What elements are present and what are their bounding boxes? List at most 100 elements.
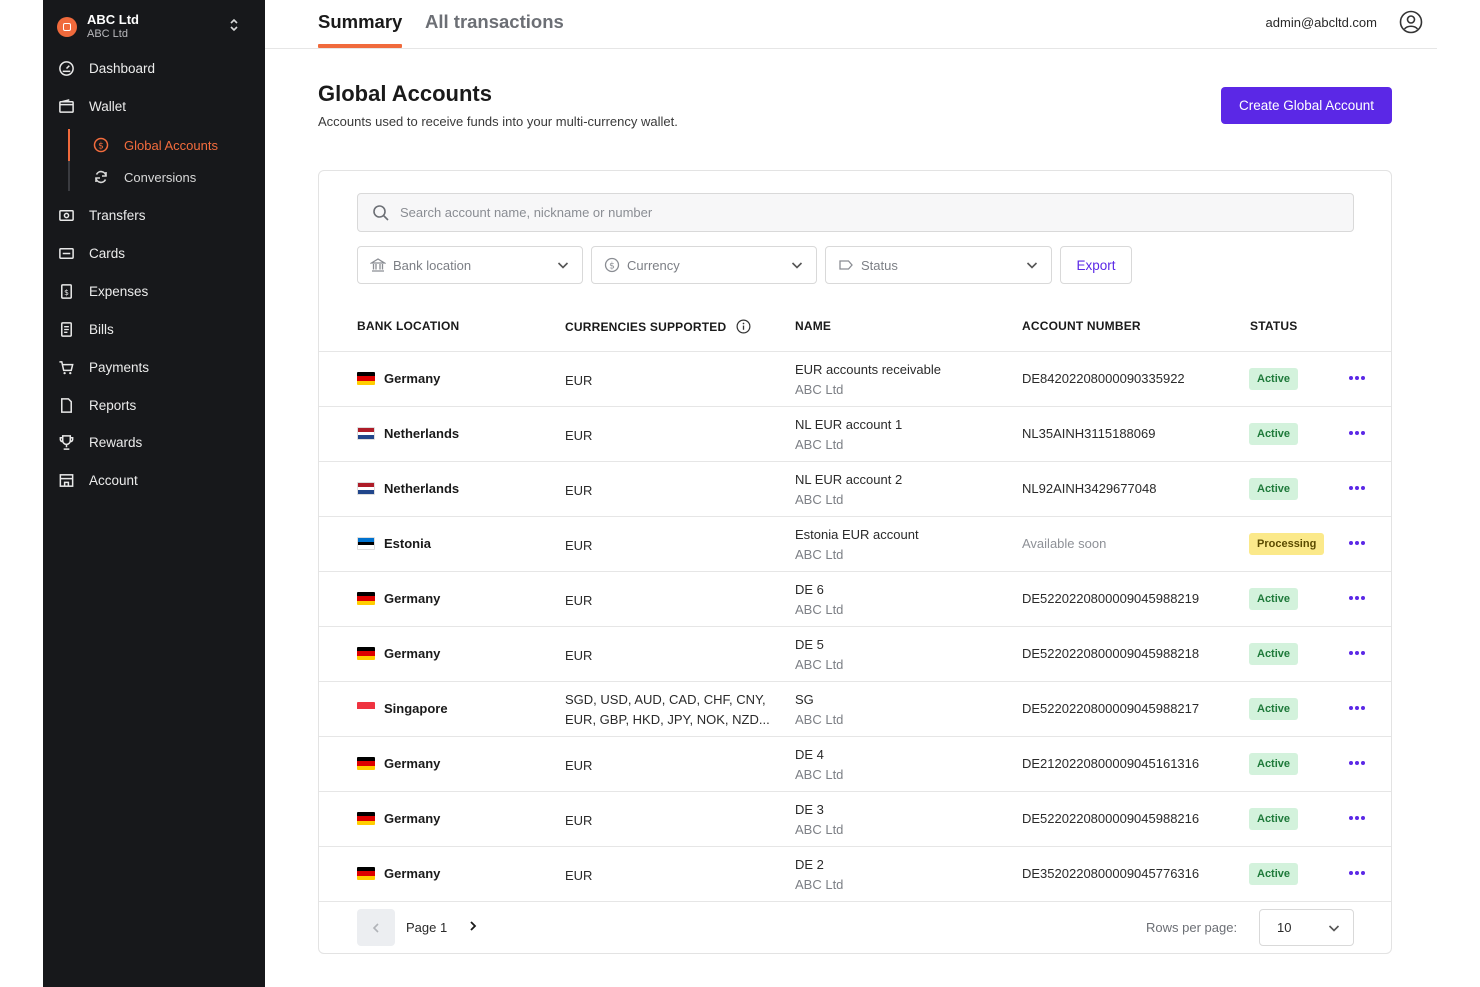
sidebar-item-expenses[interactable]: $ Expenses: [57, 278, 251, 304]
next-page-button[interactable]: [465, 918, 481, 934]
chevron-up-down-icon[interactable]: [229, 18, 239, 34]
accounts-card: Bank location $ Currency Status Export B…: [318, 170, 1392, 954]
name-cell: DE 5 ABC Ltd: [795, 635, 843, 675]
table-row[interactable]: Germany EUR DE 3 ABC Ltd DE52202208000090459…: [319, 792, 1391, 847]
chevron-down-icon: [791, 262, 803, 269]
table-row[interactable]: Singapore SGD, USD, AUD, CAD, CHF, CNY, EU…: [319, 682, 1391, 737]
more-options-icon[interactable]: [1348, 754, 1366, 772]
status-badge: Processing: [1249, 533, 1325, 555]
sidebar-item-global-accounts[interactable]: $ Global Accounts: [93, 133, 243, 157]
column-header-status[interactable]: STATUS: [1250, 319, 1297, 333]
account-number: DE52202208000090459882​18: [1022, 646, 1200, 661]
more-options-icon[interactable]: [1348, 534, 1366, 552]
org-switcher[interactable]: ABC Ltd ABC Ltd: [57, 10, 251, 44]
column-header-bank-location[interactable]: BANK LOCATION: [357, 319, 459, 333]
sidebar-item-label: Global Accounts: [124, 137, 218, 153]
currencies-cell: EUR: [565, 646, 592, 666]
more-options-icon[interactable]: [1348, 644, 1366, 662]
status-badge: Active: [1249, 753, 1299, 775]
currencies-line: EUR: [565, 648, 593, 663]
status-badge: Active: [1249, 423, 1299, 445]
account-number: DE52202208000090459882​17: [1022, 701, 1200, 716]
create-global-account-button[interactable]: Create Global Account: [1221, 87, 1392, 124]
sidebar-item-label: Wallet: [89, 98, 127, 114]
account-name: DE 5: [795, 637, 824, 652]
receipt-dollar-icon: $: [57, 282, 75, 300]
flag-icon: [357, 372, 375, 385]
table-row[interactable]: Netherlands EUR NL EUR account 1 ABC Ltd NL3…: [319, 407, 1391, 462]
user-avatar-icon[interactable]: [1399, 10, 1423, 34]
page-subtitle: Accounts used to receive funds into your…: [318, 114, 678, 129]
currency-filter[interactable]: $ Currency: [591, 246, 817, 284]
more-options-icon[interactable]: [1348, 809, 1366, 827]
tag-icon: [837, 256, 855, 274]
sidebar-item-reports[interactable]: Reports: [57, 392, 251, 418]
sidebar-item-rewards[interactable]: Rewards: [57, 429, 251, 455]
table-row[interactable]: Germany EUR DE 4 ABC Ltd DE21202208000090451…: [319, 737, 1391, 792]
sidebar-item-label: Payments: [89, 359, 150, 375]
sidebar-item-bills[interactable]: Bills: [57, 316, 251, 342]
search-box[interactable]: [357, 193, 1354, 232]
sidebar-item-label: Transfers: [89, 207, 146, 223]
currencies-line: EUR: [565, 813, 593, 828]
bank-location-cell: Germany: [357, 371, 440, 386]
flag-icon: [357, 757, 375, 770]
status-badge: Active: [1249, 643, 1299, 665]
sidebar-item-cards[interactable]: Cards: [57, 240, 251, 266]
account-number: NL92AINH3429677048: [1022, 481, 1157, 496]
sidebar-item-wallet[interactable]: Wallet: [57, 93, 251, 119]
sidebar-item-transfers[interactable]: Transfers: [57, 202, 251, 228]
table-row[interactable]: Estonia EUR Estonia EUR account ABC Ltd Avai…: [319, 517, 1391, 572]
tab-summary[interactable]: Summary: [318, 11, 402, 33]
table-row[interactable]: Germany EUR EUR accounts receivable ABC Ltd…: [319, 352, 1391, 407]
search-input[interactable]: [400, 205, 1300, 220]
table-row[interactable]: Netherlands EUR NL EUR account 2 ABC Ltd NL9…: [319, 462, 1391, 517]
account-owner: ABC Ltd: [795, 492, 844, 507]
bank-location-cell: Germany: [357, 646, 440, 661]
column-header-name[interactable]: NAME: [795, 319, 831, 333]
status-filter[interactable]: Status: [825, 246, 1052, 284]
sidebar-item-label: Rewards: [89, 434, 143, 450]
tab-all-transactions[interactable]: All transactions: [425, 11, 564, 33]
page-title: Global Accounts: [318, 81, 492, 106]
name-cell: Estonia EUR account ABC Ltd: [795, 525, 919, 565]
sidebar-item-label: Expenses: [89, 283, 149, 299]
info-icon[interactable]: [736, 319, 751, 334]
rows-per-page-label: Rows per page:: [1146, 920, 1238, 935]
country-name: Singapore: [384, 701, 448, 716]
flag-icon: [357, 537, 375, 550]
column-header-account-number[interactable]: ACCOUNT NUMBER: [1022, 319, 1141, 333]
account-owner: ABC Ltd: [795, 712, 844, 727]
table-row[interactable]: Germany EUR DE 6 ABC Ltd DE52202208000090459…: [319, 572, 1391, 627]
table-row[interactable]: Germany EUR DE 2 ABC Ltd DE35202208000090457…: [319, 847, 1391, 902]
more-options-icon[interactable]: [1348, 479, 1366, 497]
flag-icon: [357, 592, 375, 605]
document-icon: [57, 396, 75, 414]
sidebar-item-account[interactable]: Account: [57, 467, 251, 493]
currency-icon: $: [603, 256, 621, 274]
more-options-icon[interactable]: [1348, 589, 1366, 607]
org-subtitle: ABC Ltd: [87, 28, 128, 41]
currencies-cell: EUR: [565, 811, 592, 831]
table-row[interactable]: Germany EUR DE 5 ABC Ltd DE52202208000090459…: [319, 627, 1391, 682]
more-options-icon[interactable]: [1348, 864, 1366, 882]
rows-per-page-select[interactable]: 10: [1259, 909, 1354, 946]
bank-location-filter[interactable]: Bank location: [357, 246, 583, 284]
more-options-icon[interactable]: [1348, 424, 1366, 442]
wallet-icon: [57, 97, 75, 115]
currencies-line: SGD, USD, AUD, CAD, CHF, CNY,: [565, 692, 766, 707]
more-options-icon[interactable]: [1348, 699, 1366, 717]
currencies-line: EUR, GBP, HKD, JPY, NOK, NZD...: [565, 712, 770, 727]
more-options-icon[interactable]: [1348, 369, 1366, 387]
sidebar-item-payments[interactable]: Payments: [57, 354, 251, 380]
user-email[interactable]: admin@abcltd.com: [1266, 15, 1377, 30]
previous-page-button[interactable]: [357, 909, 395, 946]
currencies-cell: EUR: [565, 866, 592, 886]
account-owner: ABC Ltd: [795, 437, 844, 452]
sidebar-item-dashboard[interactable]: Dashboard: [57, 55, 251, 81]
cart-icon: [57, 358, 75, 376]
sidebar-item-conversions[interactable]: Conversions: [93, 165, 243, 189]
column-header-currencies[interactable]: CURRENCIES SUPPORTED: [565, 319, 751, 334]
export-button[interactable]: Export: [1060, 246, 1132, 284]
refresh-icon: [93, 169, 109, 185]
